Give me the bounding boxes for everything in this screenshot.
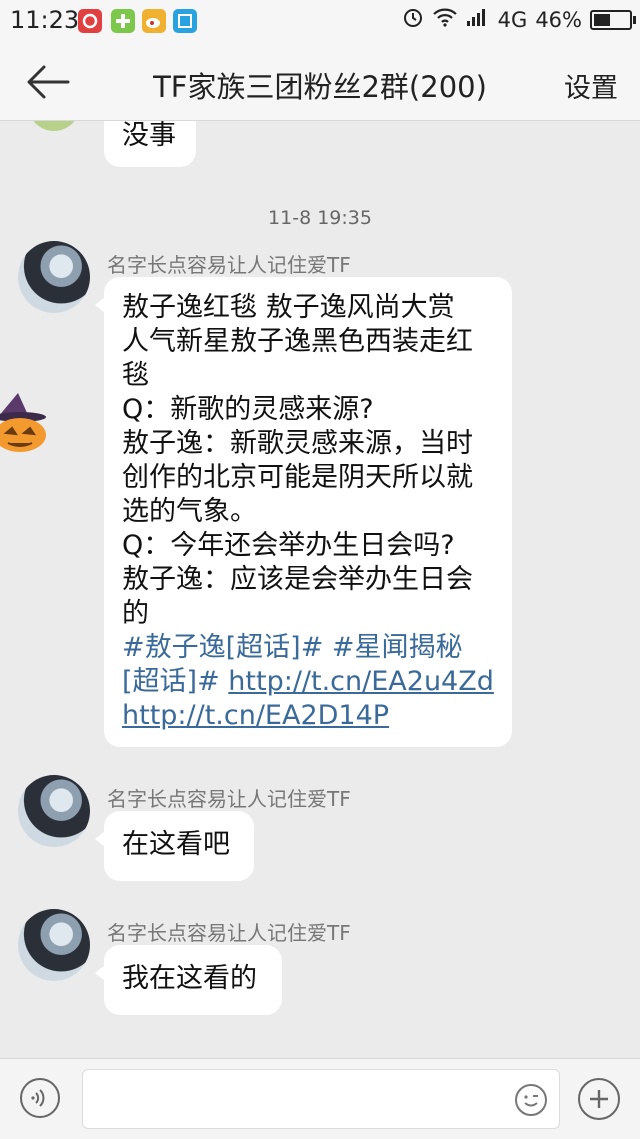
message-line: Q：新歌的灵感来源? bbox=[122, 394, 374, 425]
game-icon bbox=[111, 9, 135, 33]
hashtag-link[interactable]: #星闻揭秘 bbox=[332, 632, 463, 663]
message-text: 我在这看的 bbox=[122, 963, 257, 994]
message-line: 选的气象。 bbox=[122, 496, 257, 527]
avatar[interactable] bbox=[18, 909, 90, 981]
avatar[interactable] bbox=[18, 241, 90, 313]
chat-title: TF家族三团粉丝2群(200) bbox=[153, 70, 487, 104]
message-line: Q：今年还会举办生日会吗? bbox=[122, 530, 455, 561]
hashtag-link[interactable]: [超话]# bbox=[122, 666, 220, 697]
status-bar: 11:23 4G 46% bbox=[0, 0, 640, 44]
netease-music-icon bbox=[78, 9, 102, 33]
message-line: 创作的北京可能是阴天所以就 bbox=[122, 462, 473, 493]
hashtag-link[interactable]: #敖子逸[超话]# bbox=[122, 632, 323, 663]
plus-icon bbox=[590, 1090, 608, 1108]
battery-percent: 46% bbox=[535, 7, 582, 32]
input-bar bbox=[0, 1058, 640, 1139]
alarm-icon bbox=[402, 6, 424, 33]
avatar[interactable] bbox=[28, 121, 80, 131]
voice-icon bbox=[31, 1089, 45, 1107]
emoji-icon[interactable] bbox=[515, 1084, 547, 1116]
screenshot-icon bbox=[173, 9, 197, 33]
chat-area[interactable]: 没事 11-8 19:35 名字长点容易让人记住爱TF 敖子逸红毯 敖子逸风尚大… bbox=[0, 121, 640, 1058]
message-bubble[interactable]: 我在这看的 bbox=[95, 945, 282, 1015]
message-line: 敖子逸：应该是会举办生日会 bbox=[122, 564, 473, 595]
url-link[interactable]: http://t.cn/EA2u4Zd bbox=[228, 666, 494, 697]
url-link[interactable]: http://t.cn/EA2D14P bbox=[122, 700, 389, 731]
message-bubble-previous[interactable]: 没事 bbox=[104, 121, 196, 167]
voice-button[interactable] bbox=[20, 1078, 60, 1118]
battery-icon bbox=[590, 9, 636, 30]
message-line: 的 bbox=[122, 598, 149, 629]
message-input[interactable] bbox=[82, 1069, 560, 1129]
signal-icon bbox=[466, 7, 490, 32]
chat-header: TF家族三团粉丝2群(200) 设置 bbox=[0, 44, 640, 121]
sender-name: 名字长点容易让人记住爱TF bbox=[107, 921, 351, 945]
message-line: 敖子逸：新歌灵感来源，当时 bbox=[122, 428, 473, 459]
message-text: 没事 bbox=[122, 121, 176, 151]
message-line: 敖子逸红毯 敖子逸风尚大赏 bbox=[122, 292, 455, 323]
back-arrow-icon[interactable] bbox=[24, 62, 72, 102]
message-text: 在这看吧 bbox=[122, 829, 230, 860]
message-bubble[interactable]: 敖子逸红毯 敖子逸风尚大赏 人气新星敖子逸黑色西装走红 毯 Q：新歌的灵感来源?… bbox=[95, 277, 512, 747]
add-button[interactable] bbox=[578, 1078, 620, 1120]
wifi-icon bbox=[432, 7, 458, 32]
message-line: 毯 bbox=[122, 360, 149, 391]
message-timestamp: 11-8 19:35 bbox=[268, 207, 372, 229]
sender-name: 名字长点容易让人记住爱TF bbox=[107, 253, 351, 277]
network-type: 4G bbox=[497, 7, 528, 32]
weibo-icon bbox=[142, 9, 166, 33]
message-bubble[interactable]: 在这看吧 bbox=[95, 811, 254, 881]
avatar[interactable] bbox=[18, 775, 90, 847]
sender-name: 名字长点容易让人记住爱TF bbox=[107, 787, 351, 811]
pumpkin-icon bbox=[0, 389, 48, 453]
settings-button[interactable]: 设置 bbox=[564, 66, 618, 105]
message-line: 人气新星敖子逸黑色西装走红 bbox=[122, 326, 473, 357]
status-time: 11:23 bbox=[10, 6, 80, 34]
